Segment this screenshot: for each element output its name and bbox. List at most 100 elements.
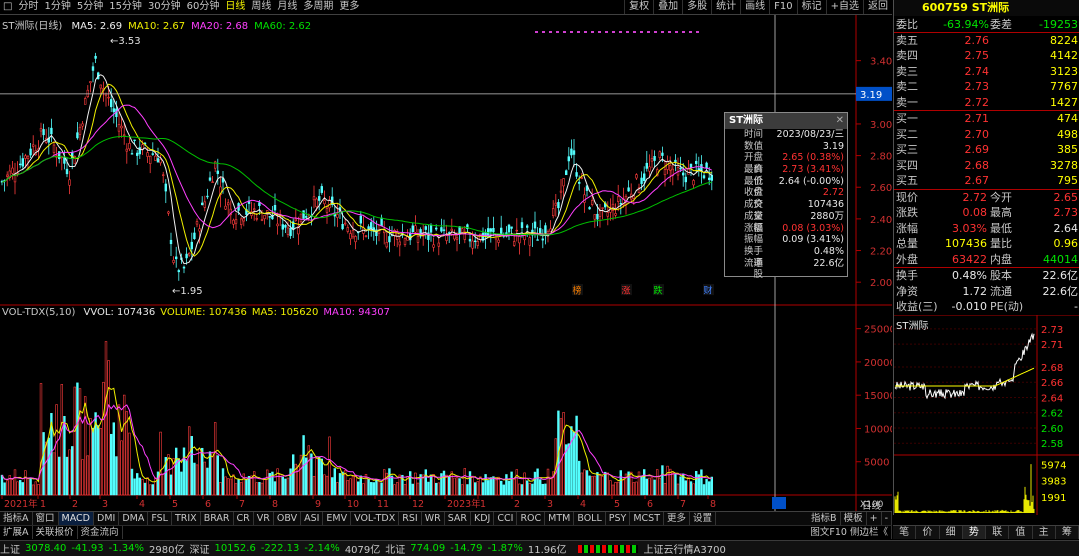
right-panel-tab[interactable]: 联 — [986, 526, 1010, 539]
indicator-tab[interactable]: EMV — [323, 512, 352, 525]
indicator-tab[interactable]: OBV — [274, 512, 302, 525]
right-panel-tab[interactable]: 主 — [1033, 526, 1056, 539]
volume-bars — [0, 341, 714, 496]
indicator-tab[interactable]: DMA — [119, 512, 149, 525]
period-tab[interactable]: 月线 — [274, 0, 300, 14]
right-panel-tab[interactable]: 筹 — [1056, 526, 1079, 539]
indicator-tab[interactable]: VOL-TDX — [351, 512, 400, 525]
price-axis-tick: 3.40 — [870, 57, 892, 68]
indicator-tab[interactable]: BOLL — [574, 512, 606, 525]
indicator-tab[interactable]: MCST — [630, 512, 665, 525]
period-tab[interactable]: 周线 — [248, 0, 274, 14]
indicator-tab[interactable]: DMI — [94, 512, 120, 525]
period-tab[interactable]: 60分钟 — [184, 0, 223, 14]
indicator-tab[interactable]: SAR — [445, 512, 471, 525]
indicator-tab[interactable]: ROC — [517, 512, 546, 525]
index-quote: 774.09 — [410, 543, 446, 554]
period-tab[interactable]: 5分钟 — [74, 0, 106, 14]
indicator-tab[interactable]: KDJ — [471, 512, 495, 525]
indicator-tab[interactable]: 窗口 — [33, 512, 59, 525]
extension-tab[interactable]: 关联报价 — [33, 526, 78, 539]
indicator-template-tab[interactable]: 模板 — [841, 512, 867, 525]
ma60-line — [1, 135, 712, 236]
indicator-tab[interactable]: BRAR — [201, 512, 234, 525]
volume-bar — [585, 470, 589, 496]
menu-icon[interactable]: □ — [0, 0, 15, 14]
candle-body — [414, 225, 417, 233]
indicator-template-tab[interactable]: + — [867, 512, 882, 525]
signal-dot — [654, 31, 657, 33]
sidebar-toggle[interactable]: 图文F10 侧边栏《 — [807, 526, 892, 539]
indicator-tab[interactable]: PSY — [606, 512, 631, 525]
candle-body — [476, 241, 479, 246]
intraday-mini-chart[interactable]: 2.73 2.71 2.68 2.66 2.64 2.62 2.60 2.58 5974 3983… — [894, 315, 1079, 515]
x-axis-label: 10 — [347, 499, 359, 510]
period-tab[interactable]: 日线 — [222, 0, 248, 14]
volume-bar — [453, 477, 456, 496]
volume-bar — [328, 436, 331, 496]
candle-body — [369, 222, 373, 229]
candle-body — [39, 127, 43, 132]
quote-row: 买五 2.67 795 — [894, 173, 1079, 189]
toolbar-button[interactable]: 统计 — [711, 0, 740, 14]
index-quote: 深证 — [189, 545, 210, 556]
right-panel-tab[interactable]: 值 — [1009, 526, 1033, 539]
indicator-template-tab[interactable]: - — [882, 512, 892, 525]
indicator-tab[interactable]: VR — [254, 512, 274, 525]
candle-body — [648, 166, 651, 172]
indicator-tab[interactable]: CR — [234, 512, 254, 525]
right-panel-tab[interactable]: 价 — [916, 526, 940, 539]
toolbar-button[interactable]: 多股 — [682, 0, 711, 14]
toolbar-button[interactable]: 画线 — [740, 0, 769, 14]
period-tab[interactable]: 1分钟 — [41, 0, 73, 14]
right-panel-tab[interactable]: 势 — [962, 526, 986, 539]
close-icon[interactable]: ✕ — [836, 113, 844, 129]
candle-body — [299, 213, 303, 223]
candle-body — [182, 266, 186, 269]
candle-body — [99, 84, 103, 89]
indicator-tab[interactable]: FSL — [148, 512, 172, 525]
volume-bar — [567, 443, 571, 496]
toolbar-button[interactable]: 标记 — [796, 0, 826, 14]
indicator-tab[interactable]: 指标A — [0, 512, 33, 525]
toolbar-button[interactable]: +自选 — [825, 0, 863, 14]
indicator-tab[interactable]: 更多 — [664, 512, 691, 525]
indicator-tab[interactable]: MACD — [58, 512, 94, 525]
right-panel-tab[interactable]: 笔 — [893, 526, 917, 539]
toolbar-button[interactable]: 复权 — [624, 0, 653, 14]
right-panel-tab[interactable]: 细 — [940, 526, 963, 539]
toolbar-button[interactable]: F10 — [769, 0, 796, 14]
crosshair-x-marker — [772, 497, 786, 509]
indicator-tab[interactable]: ASI — [301, 512, 324, 525]
event-marker-label[interactable]: 涨 — [622, 286, 631, 297]
volume-bar — [700, 469, 703, 496]
volume-bar — [141, 478, 144, 496]
indicator-tab[interactable]: 设置 — [690, 512, 717, 525]
event-marker-label[interactable]: 榜 — [573, 285, 582, 297]
extension-tab[interactable]: 扩展A — [0, 526, 33, 539]
volume-bar — [580, 472, 584, 496]
event-marker-label[interactable]: 财 — [704, 285, 713, 297]
extension-tab[interactable]: 资金流向 — [78, 526, 123, 539]
quote-label: 买一 — [896, 112, 918, 125]
indicator-tab[interactable]: TRIX — [172, 512, 201, 525]
indicator-tab[interactable]: RSI — [399, 512, 422, 525]
volume-bar — [476, 481, 479, 496]
period-tab[interactable]: 分时 — [15, 0, 41, 14]
period-tab[interactable]: 15分钟 — [106, 0, 145, 14]
volume-bar — [107, 360, 110, 496]
candle-body — [146, 152, 149, 157]
period-tab[interactable]: 更多 — [336, 0, 362, 14]
indicator-tab[interactable]: WR — [422, 512, 445, 525]
candle-body — [544, 225, 547, 234]
indicator-tab[interactable]: MTM — [545, 512, 575, 525]
event-marker-label[interactable]: 跌 — [654, 286, 663, 297]
tooltip-row: 振幅 0.09 (3.41%) — [725, 234, 847, 246]
period-tab[interactable]: 多周期 — [300, 0, 336, 14]
indicator-template-tab[interactable]: 指标B — [808, 512, 841, 525]
period-tab[interactable]: 30分钟 — [145, 0, 184, 14]
toolbar-button[interactable]: 返回 — [863, 0, 892, 14]
toolbar-button[interactable]: 叠加 — [653, 0, 682, 14]
indicator-tab[interactable]: CCI — [494, 512, 518, 525]
candle-body — [588, 207, 591, 210]
